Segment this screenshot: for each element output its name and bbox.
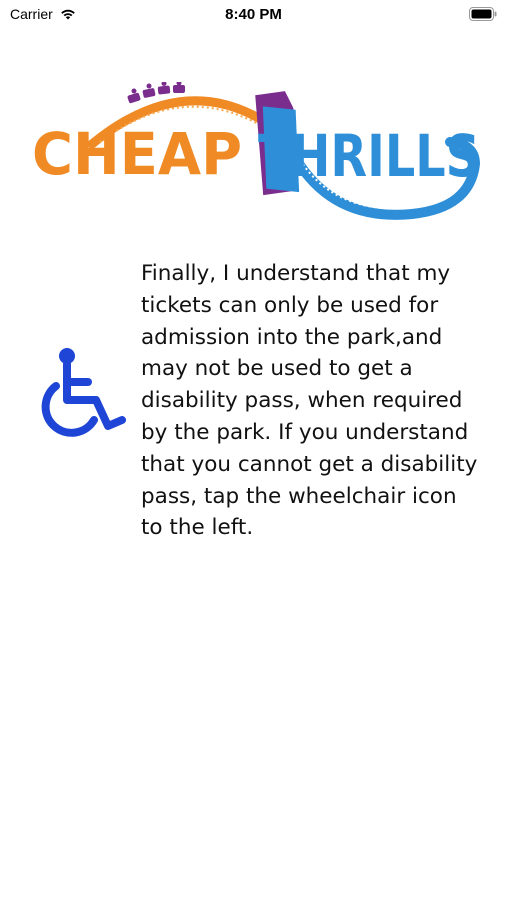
wheelchair-icon: [41, 348, 126, 437]
wheelchair-button[interactable]: [36, 346, 126, 442]
battery-icon: [469, 7, 497, 21]
main-content: Finally, I understand that my tickets ca…: [36, 258, 491, 540]
disclaimer-text: Finally, I understand that my tickets ca…: [141, 261, 478, 541]
status-bar: Carrier 8:40 PM: [0, 0, 507, 30]
logo-text-thrills: THRILLS: [258, 122, 480, 190]
logo-text-cheap: CHEAP: [32, 120, 242, 188]
status-time: 8:40 PM: [225, 6, 282, 23]
cheap-thrills-logo: CHEAP THRILLS: [32, 82, 481, 220]
